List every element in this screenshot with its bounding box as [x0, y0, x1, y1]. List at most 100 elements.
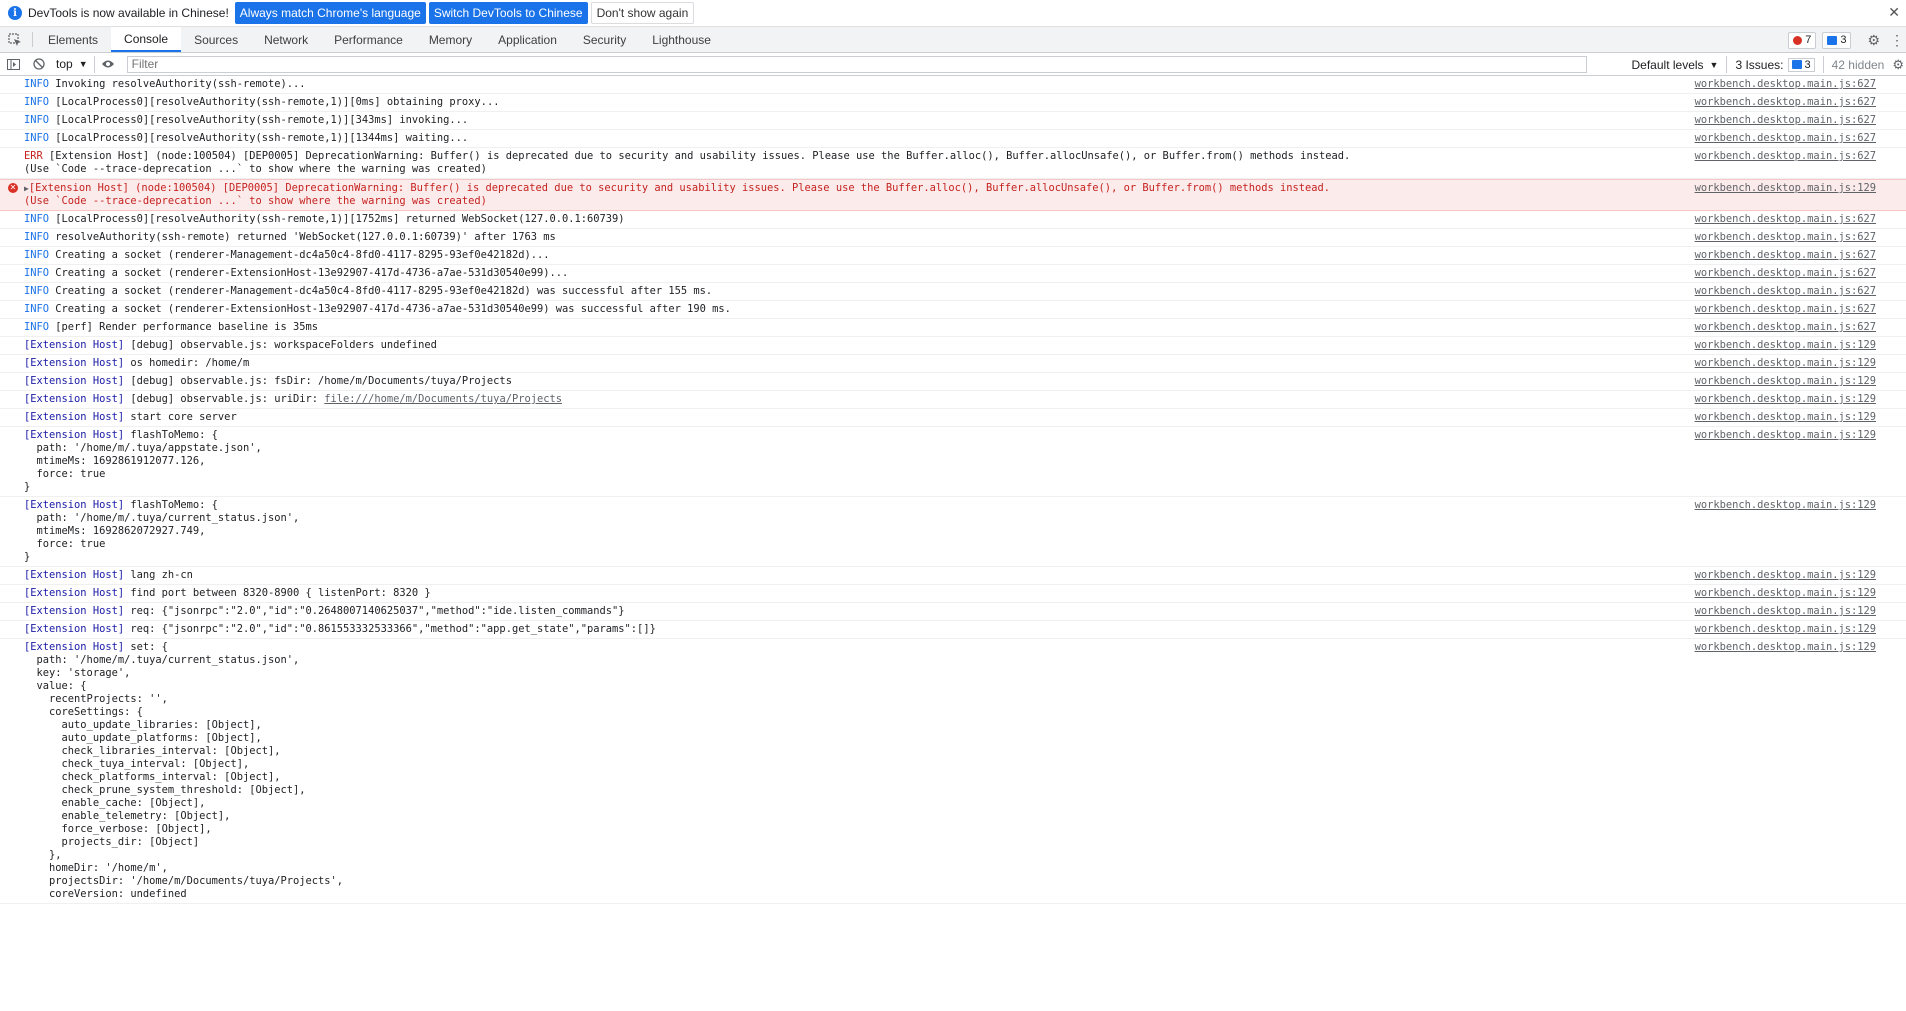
source-link[interactable]: workbench.desktop.main.js:129 [1695, 605, 1876, 618]
source-link[interactable]: workbench.desktop.main.js:129 [1695, 375, 1876, 388]
log-level: INFO [24, 78, 50, 90]
message-text: [debug] observable.js: uriDir: [124, 393, 325, 405]
message-text: resolveAuthority(ssh-remote) returned 'W… [55, 231, 556, 243]
console-message: [Extension Host] [debug] observable.js: … [0, 391, 1906, 409]
source-link[interactable]: workbench.desktop.main.js:129 [1695, 357, 1876, 370]
console-message: INFO [perf] Render performance baseline … [0, 319, 1906, 337]
issues-count: 3 [1804, 58, 1811, 71]
tab-memory[interactable]: Memory [416, 27, 485, 52]
message-text: os homedir: /home/m [124, 357, 250, 369]
log-level: INFO [24, 114, 50, 126]
tab-application[interactable]: Application [485, 27, 570, 52]
tab-console[interactable]: Console [111, 27, 182, 52]
error-icon [1793, 35, 1803, 45]
chevron-down-icon: ▼ [78, 59, 88, 69]
tab-lighthouse[interactable]: Lighthouse [639, 27, 724, 52]
tab-security[interactable]: Security [570, 27, 639, 52]
sidebar-toggle-icon[interactable] [0, 58, 26, 70]
console-settings-icon[interactable]: ⚙ [1892, 57, 1904, 73]
source-link[interactable]: workbench.desktop.main.js:627 [1695, 285, 1876, 298]
issues-button[interactable]: 3 Issues: 3 [1727, 56, 1824, 73]
console-message: INFO Creating a socket (renderer-Extensi… [0, 301, 1906, 319]
extension-host-tag: [Extension Host] [24, 429, 125, 441]
source-link[interactable]: workbench.desktop.main.js:129 [1695, 641, 1876, 654]
source-link[interactable]: workbench.desktop.main.js:627 [1695, 321, 1876, 334]
clear-console-icon[interactable] [26, 58, 52, 70]
log-levels-dropdown[interactable]: Default levels ▼ [1624, 56, 1728, 73]
message-text: Creating a socket (renderer-Management-d… [55, 249, 550, 261]
always-match-language-button[interactable]: Always match Chrome's language [234, 2, 426, 24]
console-message: INFO [LocalProcess0][resolveAuthority(ss… [0, 112, 1906, 130]
source-link[interactable]: workbench.desktop.main.js:129 [1695, 623, 1876, 636]
source-link[interactable]: workbench.desktop.main.js:129 [1695, 182, 1876, 195]
source-link[interactable]: workbench.desktop.main.js:627 [1695, 78, 1876, 91]
message-text: [LocalProcess0][resolveAuthority(ssh-rem… [55, 96, 500, 108]
source-link[interactable]: workbench.desktop.main.js:627 [1695, 150, 1876, 163]
tab-network[interactable]: Network [251, 27, 321, 52]
file-link[interactable]: file:///home/m/Documents/tuya/Projects [324, 393, 562, 405]
source-link[interactable]: workbench.desktop.main.js:129 [1695, 499, 1876, 512]
source-link[interactable]: workbench.desktop.main.js:129 [1695, 339, 1876, 352]
message-text-continued: (Use `Code --trace-deprecation ...` to s… [24, 163, 487, 175]
dont-show-again-button[interactable]: Don't show again [590, 2, 695, 24]
source-link[interactable]: workbench.desktop.main.js:129 [1695, 393, 1876, 406]
tab-sources[interactable]: Sources [181, 27, 251, 52]
message-text: [debug] observable.js: workspaceFolders … [124, 339, 437, 351]
console-message: [Extension Host] flashToMemo: { path: '/… [0, 427, 1906, 497]
context-selector[interactable]: top ▼ [56, 55, 95, 73]
context-label: top [56, 57, 73, 71]
message-text: [Extension Host] (node:100504) [DEP0005]… [49, 150, 1351, 162]
source-link[interactable]: workbench.desktop.main.js:627 [1695, 114, 1876, 127]
gear-icon[interactable]: ⚙ [1867, 32, 1880, 49]
extension-host-tag: [Extension Host] [24, 411, 125, 423]
tabbar-status: 7 3 ⚙ ⋮ [1788, 27, 1906, 53]
filter-input[interactable] [126, 55, 1587, 73]
message-text: (node:100504) [DEP0005] DeprecationWarni… [128, 182, 1331, 194]
source-link[interactable]: workbench.desktop.main.js:627 [1695, 96, 1876, 109]
info-icon: i [8, 6, 22, 20]
log-level: INFO [24, 96, 50, 108]
console-toolbar: top ▼ Default levels ▼ 3 Issues: 3 42 hidde… [0, 53, 1906, 76]
tab-elements[interactable]: Elements [35, 27, 111, 52]
message-text: Creating a socket (renderer-ExtensionHos… [55, 303, 731, 315]
source-link[interactable]: workbench.desktop.main.js:627 [1695, 267, 1876, 280]
source-link[interactable]: workbench.desktop.main.js:129 [1695, 587, 1876, 600]
source-link[interactable]: workbench.desktop.main.js:627 [1695, 249, 1876, 262]
error-count-badge[interactable]: 7 [1788, 31, 1817, 49]
log-level: ERR [24, 150, 43, 162]
close-icon[interactable]: ✕ [1888, 4, 1900, 21]
console-message: INFO resolveAuthority(ssh-remote) return… [0, 229, 1906, 247]
more-options-icon[interactable]: ⋮ [1890, 32, 1904, 49]
console-message: ✕ ▶[Extension Host] (node:100504) [DEP000… [0, 179, 1906, 211]
log-level: INFO [24, 249, 50, 261]
message-text: Invoking resolveAuthority(ssh-remote)... [55, 78, 306, 90]
extension-host-tag: [Extension Host] [28, 182, 129, 194]
console-message: INFO [LocalProcess0][resolveAuthority(ss… [0, 94, 1906, 112]
extension-host-tag: [Extension Host] [24, 623, 125, 635]
issues-count-chip: 3 [1787, 57, 1815, 72]
message-count-badge[interactable]: 3 [1822, 31, 1852, 49]
extension-host-tag: [Extension Host] [24, 393, 125, 405]
source-link[interactable]: workbench.desktop.main.js:129 [1695, 569, 1876, 582]
extension-host-tag: [Extension Host] [24, 499, 125, 511]
extension-host-tag: [Extension Host] [24, 587, 125, 599]
inspect-element-icon[interactable] [0, 27, 30, 52]
source-link[interactable]: workbench.desktop.main.js:627 [1695, 132, 1876, 145]
source-link[interactable]: workbench.desktop.main.js:129 [1695, 411, 1876, 424]
console-message: INFO Creating a socket (renderer-Extensi… [0, 265, 1906, 283]
message-text: [LocalProcess0][resolveAuthority(ssh-rem… [55, 213, 625, 225]
source-link[interactable]: workbench.desktop.main.js:627 [1695, 231, 1876, 244]
source-link[interactable]: workbench.desktop.main.js:129 [1695, 429, 1876, 442]
message-text: [perf] Render performance baseline is 35… [55, 321, 319, 333]
message-text: req: {"jsonrpc":"2.0","id":"0.2648007140… [124, 605, 625, 617]
eye-icon[interactable] [95, 59, 121, 69]
console-message: ERR [Extension Host] (node:100504) [DEP0… [0, 148, 1906, 179]
error-count: 7 [1805, 34, 1812, 46]
tab-performance[interactable]: Performance [321, 27, 416, 52]
message-text: [LocalProcess0][resolveAuthority(ssh-rem… [55, 132, 469, 144]
switch-devtools-chinese-button[interactable]: Switch DevTools to Chinese [428, 2, 588, 24]
message-text: find port between 8320-8900 { listenPort… [124, 587, 431, 599]
console-message: INFO Creating a socket (renderer-Managem… [0, 247, 1906, 265]
source-link[interactable]: workbench.desktop.main.js:627 [1695, 303, 1876, 316]
source-link[interactable]: workbench.desktop.main.js:627 [1695, 213, 1876, 226]
